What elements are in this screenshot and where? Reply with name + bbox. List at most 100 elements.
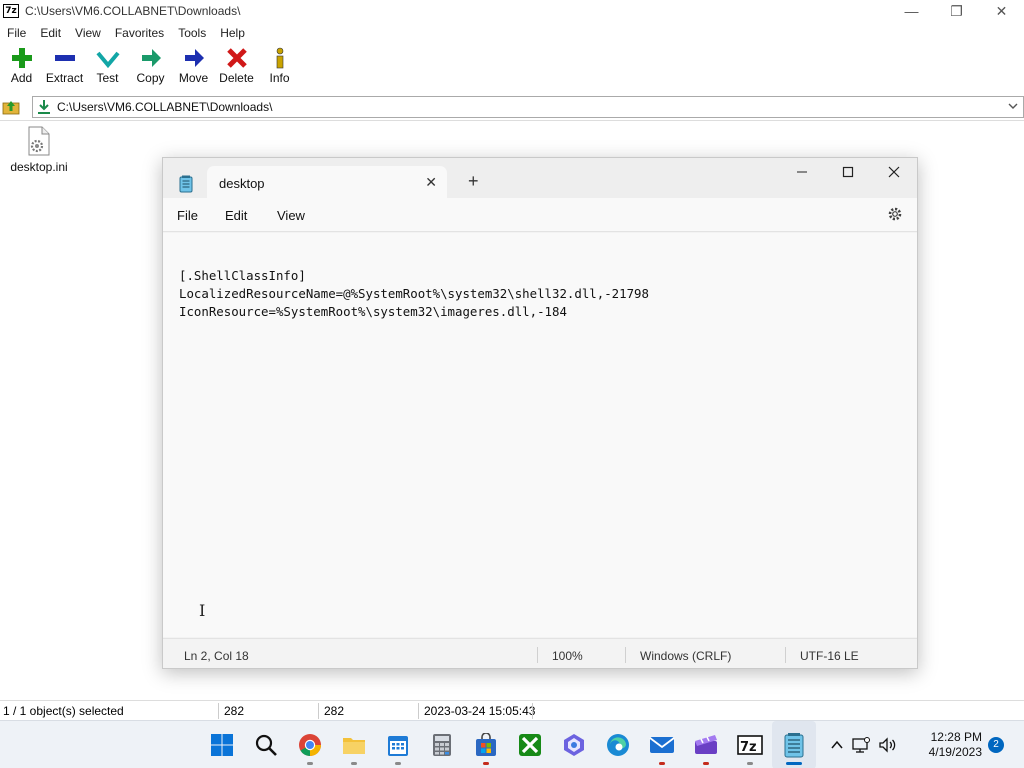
maximize-icon <box>842 166 854 178</box>
running-indicator <box>747 762 753 765</box>
running-indicator <box>703 762 709 765</box>
extract-label: Extract <box>45 71 84 85</box>
move-arrow-icon <box>183 45 205 71</box>
clipchamp-icon[interactable] <box>684 721 728 768</box>
test-button[interactable]: Test <box>86 45 129 91</box>
close-button[interactable] <box>871 158 917 186</box>
cursor-position: Ln 2, Col 18 <box>184 649 249 663</box>
address-text: C:\Users\VM6.COLLABNET\Downloads\ <box>57 100 273 114</box>
copy-button[interactable]: Copy <box>129 45 172 91</box>
status-divider <box>537 647 538 663</box>
notepad-tabbar: desktop ✕ + <box>163 158 917 198</box>
notepad-icon <box>179 175 193 196</box>
move-button[interactable]: Move <box>172 45 215 91</box>
delete-x-icon <box>226 45 248 71</box>
info-icon <box>273 45 287 71</box>
notepad-taskbar-icon[interactable] <box>772 721 816 768</box>
line-ending: Windows (CRLF) <box>640 649 732 663</box>
settings-gear-icon[interactable] <box>887 206 903 225</box>
system-clock[interactable]: 12:28 PM 4/19/2023 <box>920 730 982 760</box>
right-arrow-icon <box>140 45 162 71</box>
menu-help[interactable]: Help <box>213 26 252 40</box>
minimize-icon <box>797 171 807 173</box>
file-explorer-icon[interactable] <box>332 721 376 768</box>
running-indicator <box>351 762 357 765</box>
info-button[interactable]: Info <box>258 45 301 91</box>
packed-size-status: 282 <box>324 704 345 718</box>
restore-button[interactable]: ❐ <box>934 0 979 22</box>
xbox-icon[interactable] <box>508 721 552 768</box>
windows-start-icon[interactable] <box>200 721 244 768</box>
settings-file-icon <box>28 126 50 156</box>
selection-status: 1 / 1 object(s) selected <box>3 704 124 718</box>
menu-file[interactable]: File <box>177 208 198 223</box>
running-indicator <box>786 762 802 765</box>
mail-icon[interactable] <box>640 721 684 768</box>
status-divider <box>785 647 786 663</box>
running-indicator <box>395 762 401 765</box>
svg-text:7z: 7z <box>740 740 757 755</box>
chevron-down-icon[interactable] <box>1007 100 1019 115</box>
notification-badge[interactable]: 2 <box>988 737 1004 753</box>
store-icon[interactable] <box>464 721 508 768</box>
calendar-icon[interactable] <box>376 721 420 768</box>
7zip-icon[interactable]: 7z <box>728 721 772 768</box>
zip-titlebar: 7z C:\Users\VM6.COLLABNET\Downloads\ — ❐… <box>0 0 1024 22</box>
add-button[interactable]: Add <box>0 45 43 91</box>
copilot-icon[interactable] <box>552 721 596 768</box>
add-label: Add <box>10 71 33 85</box>
address-input[interactable]: C:\Users\VM6.COLLABNET\Downloads\ <box>32 96 1024 118</box>
minimize-button[interactable] <box>779 158 825 186</box>
up-folder-icon <box>2 101 20 115</box>
test-label: Test <box>96 71 119 85</box>
close-icon <box>888 166 900 178</box>
menu-view[interactable]: View <box>277 208 305 223</box>
zip-menubar: File Edit View Favorites Tools Help <box>0 23 1024 42</box>
running-indicator <box>307 762 313 765</box>
status-divider <box>625 647 626 663</box>
file-item[interactable]: desktop.ini <box>8 126 70 174</box>
delete-label: Delete <box>219 71 254 85</box>
status-divider <box>218 703 219 719</box>
download-folder-icon <box>33 99 55 115</box>
network-icon[interactable] <box>852 737 870 753</box>
maximize-button[interactable] <box>825 158 871 186</box>
status-divider <box>418 703 419 719</box>
clock-date: 4/19/2023 <box>928 745 982 759</box>
status-divider <box>532 703 533 719</box>
menu-edit[interactable]: Edit <box>33 26 68 40</box>
volume-icon[interactable] <box>878 737 898 753</box>
text-editor[interactable]: [.ShellClassInfo] LocalizedResourceName=… <box>163 233 917 637</box>
file-name: desktop.ini <box>10 160 68 174</box>
notepad-statusbar: Ln 2, Col 18 100% Windows (CRLF) UTF-16 … <box>163 638 917 668</box>
close-tab-icon[interactable]: ✕ <box>425 174 437 191</box>
up-folder-button[interactable] <box>0 96 22 118</box>
info-label: Info <box>269 71 290 85</box>
zip-statusbar: 1 / 1 object(s) selected 282 282 2023-03… <box>0 700 1024 720</box>
plus-icon <box>11 45 33 71</box>
move-label: Move <box>178 71 209 85</box>
delete-button[interactable]: Delete <box>215 45 258 91</box>
menu-edit[interactable]: Edit <box>225 208 247 223</box>
notepad-window: desktop ✕ + File Edit View [.ShellClassI… <box>162 157 918 669</box>
extract-button[interactable]: Extract <box>43 45 86 91</box>
modified-status: 2023-03-24 15:05:43 <box>424 704 536 718</box>
search-icon[interactable] <box>244 721 288 768</box>
running-indicator <box>483 762 489 765</box>
calculator-icon[interactable] <box>420 721 464 768</box>
running-indicator <box>659 762 665 765</box>
close-button[interactable]: ✕ <box>979 0 1024 22</box>
edge-icon[interactable] <box>596 721 640 768</box>
notepad-menubar: File Edit View <box>163 198 917 232</box>
check-icon <box>95 45 120 71</box>
menu-view[interactable]: View <box>68 26 108 40</box>
minus-icon <box>54 45 76 71</box>
chrome-icon[interactable] <box>288 721 332 768</box>
tab-desktop[interactable]: desktop ✕ <box>207 166 447 198</box>
menu-tools[interactable]: Tools <box>171 26 213 40</box>
menu-file[interactable]: File <box>0 26 33 40</box>
chevron-up-icon[interactable] <box>830 738 844 752</box>
menu-favorites[interactable]: Favorites <box>108 26 171 40</box>
new-tab-icon[interactable]: + <box>468 172 479 190</box>
minimize-button[interactable]: — <box>889 0 934 22</box>
